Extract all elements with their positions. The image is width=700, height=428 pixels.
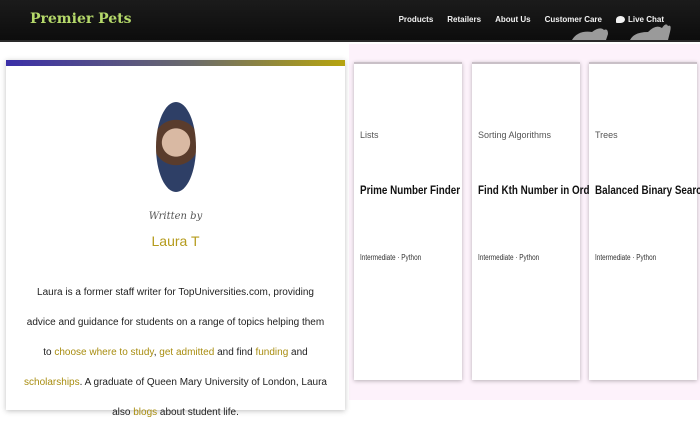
- bio-link-blogs[interactable]: blogs: [133, 407, 157, 418]
- author-bio: Laura is a former staff writer for TopUn…: [22, 278, 329, 428]
- page-content: Written by Laura T Laura is a former sta…: [0, 44, 700, 418]
- course-title[interactable]: Balanced Binary Search Tree: [595, 183, 700, 197]
- bio-link-get-admitted[interactable]: get admitted: [159, 347, 214, 358]
- brand-logo[interactable]: Premier Pets: [30, 11, 132, 27]
- bio-text: and: [288, 347, 308, 358]
- course-category: Sorting Algorithms: [478, 130, 552, 140]
- course-meta: Intermediate · Python: [360, 253, 422, 262]
- course-title[interactable]: Find Kth Number in Order: [478, 183, 599, 197]
- course-card[interactable]: Sorting Algorithms Find Kth Number in Or…: [472, 62, 599, 380]
- author-name-link[interactable]: Laura T: [6, 233, 345, 249]
- course-category: Lists: [360, 130, 379, 140]
- author-card: Written by Laura T Laura is a former sta…: [6, 60, 345, 418]
- course-category: Trees: [595, 130, 618, 140]
- course-card[interactable]: Lists Prime Number Finder Intermediate ·…: [354, 62, 462, 380]
- course-title[interactable]: Prime Number Finder: [360, 183, 460, 197]
- top-nav-bar: Premier Pets Products Retailers About Us…: [0, 0, 700, 42]
- card-gradient-bar: [6, 60, 345, 66]
- course-meta: Intermediate · Python: [595, 253, 657, 262]
- nav-retailers[interactable]: Retailers: [447, 15, 481, 24]
- course-card[interactable]: Trees Balanced Binary Search Tree Interm…: [589, 62, 700, 380]
- bio-link-funding[interactable]: funding: [255, 347, 288, 358]
- course-meta: Intermediate · Python: [478, 253, 540, 262]
- pets-silhouette-icon: [572, 24, 671, 40]
- written-by-label: Written by: [148, 211, 203, 222]
- bio-link-choose-where-to-study[interactable]: choose where to study: [54, 347, 153, 358]
- nav-about-us[interactable]: About Us: [495, 15, 531, 24]
- bio-text: and find: [214, 347, 256, 358]
- bio-link-scholarships[interactable]: scholarships: [24, 377, 80, 388]
- bio-text: about student life.: [157, 407, 239, 418]
- author-avatar: [156, 102, 196, 192]
- nav-products[interactable]: Products: [399, 15, 434, 24]
